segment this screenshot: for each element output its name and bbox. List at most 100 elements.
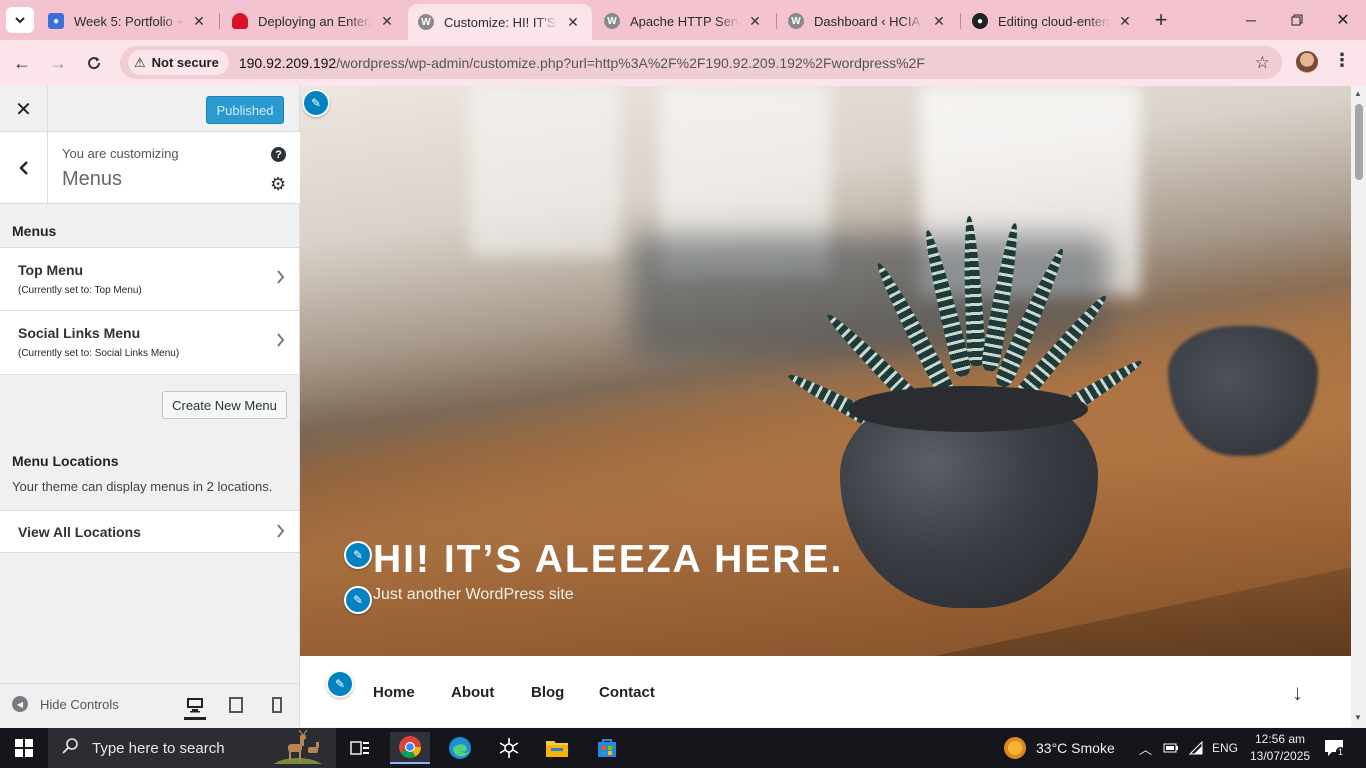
menu-note: (Currently set to: Social Links Menu) — [18, 348, 180, 359]
menu-locations-heading: Menu Locations — [12, 453, 119, 469]
browser-tab-2[interactable]: Deploying an Enterpr ✕ — [222, 4, 406, 38]
create-new-menu-button[interactable]: Create New Menu — [162, 391, 287, 419]
clock[interactable]: 12:56 am 13/07/2025 — [1250, 731, 1310, 765]
close-tab-icon[interactable]: ✕ — [378, 12, 396, 30]
chevron-left-icon — [18, 160, 28, 175]
chevron-right-icon — [276, 333, 285, 352]
desktop-icon — [187, 697, 203, 712]
wifi-icon — [1188, 741, 1203, 755]
search-placeholder: Type here to search — [92, 739, 225, 757]
customizing-label: You are customizing — [62, 146, 179, 161]
close-customizer-button[interactable]: ✕ — [0, 86, 48, 132]
language-indicator[interactable]: ENG — [1212, 728, 1238, 768]
forward-button[interactable]: → — [43, 48, 73, 78]
tablet-icon — [229, 697, 243, 713]
edge-icon — [449, 737, 471, 759]
tablet-preview-button[interactable] — [225, 694, 247, 716]
battery-tray[interactable] — [1163, 728, 1179, 768]
minimize-button[interactable]: ─ — [1228, 0, 1274, 40]
close-tab-icon[interactable]: ✕ — [564, 13, 582, 31]
nav-link-contact[interactable]: Contact — [599, 684, 655, 701]
hide-controls-button[interactable]: ◀ Hide Controls — [12, 696, 119, 712]
view-all-locations-label: View All Locations — [18, 524, 141, 540]
preview-scrollbar[interactable]: ▲ ▼ — [1351, 86, 1366, 727]
close-tab-icon[interactable]: ✕ — [930, 12, 948, 30]
browser-tab-4[interactable]: W Apache HTTP Server ✕ — [594, 4, 774, 38]
menu-item-social-links-menu[interactable]: Social Links Menu (Currently set to: Soc… — [0, 311, 299, 375]
help-icon[interactable]: ? — [271, 147, 286, 162]
customizer-footer: ◀ Hide Controls — [0, 683, 299, 727]
gear-icon[interactable]: ⚙ — [270, 174, 286, 195]
weather-widget[interactable]: 33°C Smoke — [1004, 728, 1115, 768]
tab-title: Apache HTTP Server — [630, 13, 740, 29]
publish-button[interactable]: Published — [206, 96, 284, 124]
deer-illustration-icon — [274, 730, 322, 764]
tab-title: Week 5: Portfolio + M — [74, 13, 184, 29]
tab-title: Dashboard ‹ HCIA HE — [814, 13, 924, 29]
notifications-button[interactable]: 1 — [1324, 728, 1346, 768]
back-to-panels-button[interactable] — [0, 132, 48, 203]
browser-menu-icon[interactable]: ⋮ — [1333, 50, 1351, 71]
clock-time: 12:56 am — [1254, 732, 1306, 746]
notification-count: 1 — [1336, 747, 1346, 757]
wordpress-icon: W — [788, 13, 804, 29]
url-text[interactable]: 190.92.209.192/wordpress/wp-admin/custom… — [239, 55, 925, 71]
close-tab-icon[interactable]: ✕ — [1116, 12, 1134, 30]
hide-controls-label: Hide Controls — [40, 696, 119, 712]
start-button[interactable] — [0, 728, 48, 768]
edit-shortcut-menu-icon[interactable]: ✎ — [326, 670, 354, 698]
bookmark-star-icon[interactable]: ☆ — [1255, 53, 1270, 73]
browser-tab-1[interactable]: ● Week 5: Portfolio + M ✕ — [38, 4, 218, 38]
security-chip[interactable]: ⚠ Not secure — [128, 50, 229, 75]
edit-shortcut-title-icon[interactable]: ✎ — [344, 541, 372, 569]
top-navigation: ✎ Home About Blog Contact ↓ — [300, 656, 1351, 727]
browser-tab-3-active[interactable]: W Customize: HI! IT'S AL ✕ — [408, 4, 592, 40]
menu-name: Top Menu — [18, 262, 84, 278]
show-hidden-icons-button[interactable]: ︿ — [1139, 728, 1152, 768]
tab-title: Deploying an Enterpr — [258, 13, 372, 29]
site-tagline: Just another WordPress site — [373, 586, 574, 603]
url-host: 190.92.209.192 — [238, 54, 337, 71]
nav-link-blog[interactable]: Blog — [531, 684, 564, 701]
menu-note: (Currently set to: Top Menu) — [18, 285, 142, 296]
desktop-preview-button[interactable] — [184, 692, 206, 720]
taskbar-search-box[interactable]: Type here to search — [48, 728, 336, 768]
site-title[interactable]: HI! IT’S ALEEZA HERE. — [373, 538, 843, 582]
profile-avatar[interactable] — [1296, 51, 1318, 73]
scrollbar-thumb[interactable] — [1355, 104, 1363, 180]
close-window-button[interactable]: ✕ — [1320, 0, 1366, 40]
close-tab-icon[interactable]: ✕ — [190, 12, 208, 30]
menu-item-top-menu[interactable]: Top Menu (Currently set to: Top Menu) — [0, 247, 299, 311]
view-all-locations-item[interactable]: View All Locations — [0, 510, 299, 553]
taskbar-chatgpt-button[interactable] — [489, 732, 529, 764]
windows-taskbar: Type here to search 33°C Smoke ︿ ENG 12:… — [0, 728, 1366, 768]
network-tray[interactable] — [1188, 728, 1204, 768]
mobile-preview-button[interactable] — [266, 694, 288, 716]
scroll-down-arrow-icon[interactable]: ↓ — [1292, 680, 1303, 706]
chevron-up-icon: ︿ — [1139, 741, 1153, 757]
new-tab-button[interactable]: + — [1150, 7, 1172, 32]
url-path: /wordpress/wp-admin/customize.php?url=ht… — [336, 54, 925, 71]
people-icon: ● — [48, 13, 64, 29]
edit-shortcut-tagline-icon[interactable]: ✎ — [344, 586, 372, 614]
reload-button[interactable] — [79, 48, 109, 78]
tab-search-button[interactable] — [6, 7, 34, 33]
restore-button[interactable] — [1274, 0, 1320, 40]
browser-tab-6[interactable]: ● Editing cloud-enterpr ✕ — [962, 4, 1144, 38]
edit-shortcut-header-icon[interactable]: ✎ — [302, 89, 330, 117]
store-icon — [598, 739, 616, 757]
taskbar-edge-button[interactable] — [440, 732, 480, 764]
browser-tab-5[interactable]: W Dashboard ‹ HCIA HE ✕ — [778, 4, 958, 38]
task-view-button[interactable] — [340, 732, 380, 764]
taskbar-store-button[interactable] — [587, 732, 627, 764]
nav-link-home[interactable]: Home — [373, 684, 415, 701]
close-tab-icon[interactable]: ✕ — [746, 12, 764, 30]
menu-locations-description: Your theme can display menus in 2 locati… — [12, 479, 273, 494]
address-bar[interactable]: ⚠ Not secure 190.92.209.192/wordpress/wp… — [120, 46, 1282, 79]
reload-icon — [88, 57, 101, 70]
taskbar-file-explorer-button[interactable] — [537, 732, 577, 764]
back-button[interactable]: ← — [7, 48, 37, 78]
wordpress-icon: W — [604, 13, 620, 29]
nav-link-about[interactable]: About — [451, 684, 494, 701]
taskbar-chrome-button[interactable] — [390, 732, 430, 764]
